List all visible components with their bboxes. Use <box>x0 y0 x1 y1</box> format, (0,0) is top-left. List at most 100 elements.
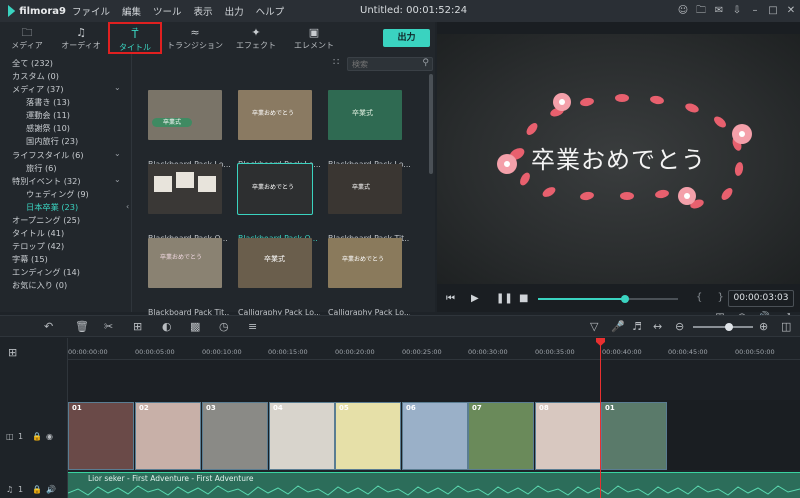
lock-icon[interactable]: 🔒 <box>32 432 42 441</box>
cut-scissors-icon[interactable]: ✂ <box>104 320 113 333</box>
chevron-down-icon[interactable]: ⌄ <box>114 175 121 184</box>
search-input[interactable] <box>348 58 418 70</box>
folder-icon[interactable]: 🗀 <box>692 0 710 22</box>
thumbnail-image[interactable]: 卒業式 <box>328 90 402 140</box>
library-scrollbar[interactable] <box>429 74 433 174</box>
category-item[interactable]: 旅行 (6) <box>26 162 57 174</box>
microphone-icon[interactable]: 🎤 <box>611 320 625 333</box>
video-clip[interactable]: 06 <box>402 402 468 470</box>
playback-progress[interactable] <box>538 295 678 303</box>
fit-timeline-icon[interactable]: ↔ <box>653 320 662 333</box>
undo-icon[interactable]: ↶ <box>44 320 53 333</box>
category-item[interactable]: エンディング (14) <box>12 266 80 278</box>
user-icon[interactable]: ☺ <box>674 0 692 22</box>
menu-tools[interactable]: ツール <box>147 4 188 18</box>
audio-mixer-icon[interactable]: ≡ <box>248 320 257 333</box>
grid-view-icon[interactable]: ∷ <box>333 58 343 68</box>
thumbnail-image[interactable]: 卒業式 <box>148 90 222 140</box>
video-clip[interactable]: 08 <box>535 402 601 470</box>
play-frame-icon[interactable]: ▶ <box>471 293 479 304</box>
category-item-selected[interactable]: 日本卒業 (23) <box>26 201 78 213</box>
zoom-knob[interactable] <box>725 323 733 331</box>
category-item[interactable]: 特別イベント (32) <box>12 175 81 187</box>
audio-clip[interactable]: Lior seker - First Adventure - First Adv… <box>68 472 800 498</box>
close-icon[interactable]: ✕ <box>782 0 800 22</box>
video-clip[interactable]: 01 <box>601 402 667 470</box>
thumbnail-image[interactable]: 卒業おめでとう <box>328 238 402 288</box>
tab-effects[interactable]: ✦ エフェクト <box>228 22 284 54</box>
video-clip[interactable]: 02 <box>135 402 201 470</box>
category-item[interactable]: お気に入り (0) <box>12 279 67 291</box>
menu-file[interactable]: ファイル <box>66 4 116 18</box>
export-button[interactable]: 出力 <box>383 29 430 47</box>
category-item[interactable]: 国内旅行 (23) <box>26 135 78 147</box>
tab-titles[interactable]: T⃗ タイトル <box>108 22 162 54</box>
video-clip[interactable]: 04 <box>269 402 335 470</box>
search-box[interactable]: ⚲ <box>347 57 433 71</box>
category-item[interactable]: 落書き (13) <box>26 96 70 108</box>
skip-back-icon[interactable]: ⏮ <box>446 293 455 304</box>
pause-icon[interactable]: ❚❚ <box>496 293 513 304</box>
video-clip[interactable]: 01 <box>68 402 134 470</box>
menu-export[interactable]: 出力 <box>219 4 250 18</box>
stop-icon[interactable]: ■ <box>519 293 528 304</box>
speaker-icon[interactable]: 🔊 <box>46 485 56 494</box>
category-item[interactable]: 全て (232) <box>12 57 53 69</box>
category-item[interactable]: 感謝祭 (10) <box>26 122 70 134</box>
thumbnail-image[interactable]: 卒業式 <box>328 164 402 214</box>
menu-help[interactable]: ヘルプ <box>250 4 291 18</box>
thumbnail-image[interactable]: 卒業おめでとう <box>238 90 312 140</box>
eye-icon[interactable]: ◉ <box>46 432 53 441</box>
chevron-down-icon[interactable]: ⌄ <box>114 149 121 158</box>
tab-elements[interactable]: ▣ エレメント <box>284 22 344 54</box>
voiceover-icon[interactable]: ♬ <box>632 320 642 333</box>
lock-icon[interactable]: 🔒 <box>32 485 42 494</box>
timeline-zoom-slider[interactable] <box>693 323 753 331</box>
in-out-markers-icon[interactable]: { } <box>696 292 730 303</box>
category-item[interactable]: ウェディング (9) <box>26 188 89 200</box>
chevron-down-icon[interactable]: ⌄ <box>114 83 121 92</box>
menu-edit[interactable]: 編集 <box>116 4 147 18</box>
edit-toolbar: ↶ 🗑 ✂ ⊞ ◐ ▩ ◷ ≡ ▽ 🎤 ♬ ↔ ⊖ ⊕ ◫ <box>0 315 800 337</box>
tab-transitions[interactable]: ≈ トランジション <box>162 22 228 54</box>
audio-clip-title: Lior seker - First Adventure - First Adv… <box>88 474 254 483</box>
category-item[interactable]: 字幕 (15) <box>12 253 48 265</box>
category-item[interactable]: テロップ (42) <box>12 240 64 252</box>
menu-view[interactable]: 表示 <box>188 4 219 18</box>
category-item[interactable]: オープニング (25) <box>12 214 80 226</box>
video-clip[interactable]: 03 <box>202 402 268 470</box>
restore-icon[interactable]: □ <box>764 0 782 22</box>
crop-icon[interactable]: ⊞ <box>133 320 142 333</box>
zoom-out-icon[interactable]: ⊖ <box>675 320 684 333</box>
search-icon[interactable]: ⚲ <box>422 58 429 68</box>
mail-icon[interactable]: ✉ <box>710 0 728 22</box>
add-track-icon[interactable]: ⊞ <box>8 346 17 359</box>
delete-icon[interactable]: 🗑 <box>75 320 89 333</box>
tab-audio[interactable]: ♫ オーディオ <box>54 22 108 54</box>
green-screen-icon[interactable]: ▩ <box>190 320 200 333</box>
chevron-left-icon[interactable]: ‹ <box>126 202 129 211</box>
playhead-line[interactable] <box>600 338 601 498</box>
download-icon[interactable]: ⇩ <box>728 0 746 22</box>
thumbnail-image-selected[interactable]: 卒業おめでとう <box>237 163 313 215</box>
progress-knob[interactable] <box>620 295 629 303</box>
thumbnail-image[interactable]: 卒業式 <box>238 238 312 288</box>
category-item[interactable]: タイトル (41) <box>12 227 64 239</box>
tab-media[interactable]: 🗀 メディア <box>0 22 54 54</box>
thumbnail-image[interactable] <box>148 164 222 214</box>
thumbnail-image[interactable]: 卒業おめでとう <box>148 238 222 288</box>
minimize-icon[interactable]: – <box>746 0 764 22</box>
category-item[interactable]: ライフスタイル (6) <box>12 149 84 161</box>
empty-track-area[interactable] <box>68 360 800 400</box>
category-item[interactable]: 運動会 (11) <box>26 109 70 121</box>
category-item[interactable]: カスタム (0) <box>12 70 59 82</box>
color-icon[interactable]: ◐ <box>162 320 172 333</box>
video-clip[interactable]: 07 <box>468 402 534 470</box>
video-clip[interactable]: 05 <box>335 402 401 470</box>
layout-icon[interactable]: ◫ <box>781 320 791 333</box>
timeline-ruler[interactable]: 00:00:00:00 00:00:05:00 00:00:10:00 00:0… <box>68 338 800 360</box>
zoom-in-icon[interactable]: ⊕ <box>759 320 768 333</box>
marker-icon[interactable]: ▽ <box>590 320 598 333</box>
category-item[interactable]: メディア (37) <box>12 83 64 95</box>
speed-clock-icon[interactable]: ◷ <box>219 320 229 333</box>
